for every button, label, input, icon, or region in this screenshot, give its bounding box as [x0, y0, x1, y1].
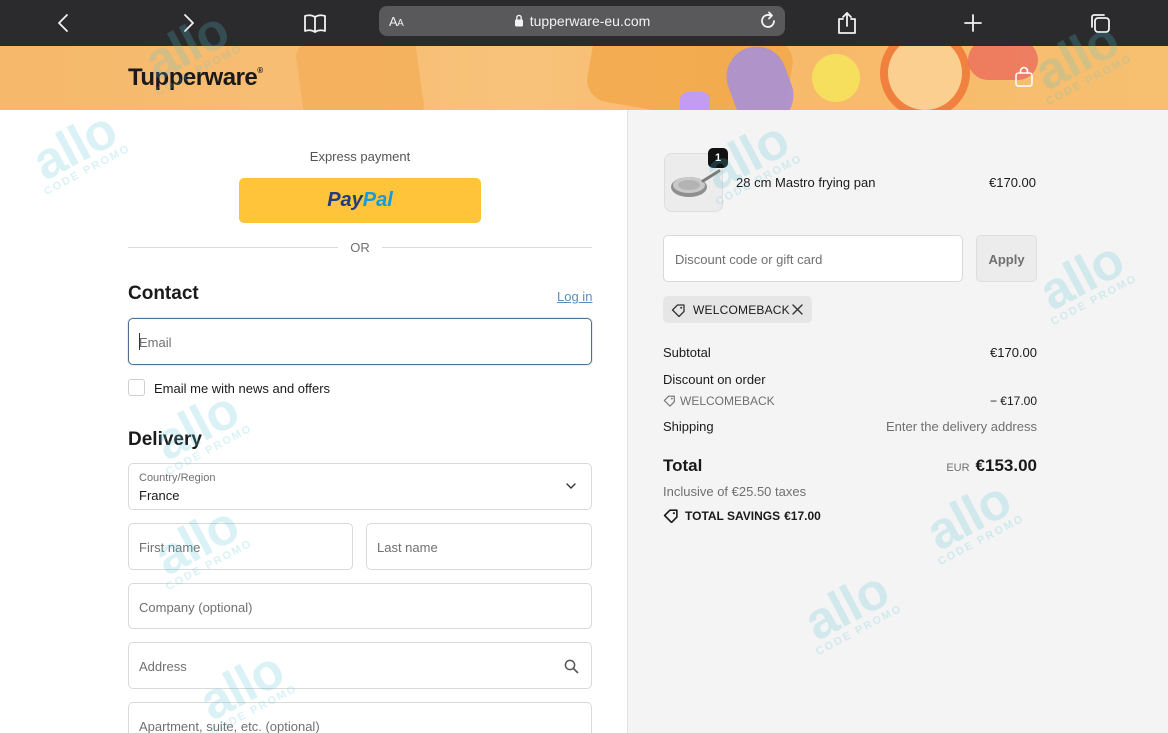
url-text: tupperware-eu.com — [379, 13, 785, 29]
reload-icon[interactable] — [757, 10, 779, 32]
quantity-badge: 1 — [708, 148, 728, 168]
subtotal-value: €170.00 — [990, 345, 1037, 360]
email-placeholder: Email — [139, 335, 172, 350]
address-bar[interactable]: AA tupperware-eu.com — [379, 6, 785, 36]
new-tab-icon[interactable] — [958, 8, 988, 38]
banner-decoration — [812, 54, 860, 102]
login-link[interactable]: Log in — [557, 289, 592, 304]
chevron-down-icon — [566, 483, 576, 489]
lock-icon — [514, 14, 523, 27]
tag-icon — [663, 395, 675, 407]
country-value: France — [139, 488, 180, 503]
store-header: Tupperware® — [0, 46, 1168, 110]
shipping-label: Shipping — [663, 419, 714, 434]
product-price: €170.00 — [989, 175, 1036, 190]
apartment-field[interactable]: Apartment, suite, etc. (optional) — [128, 702, 592, 733]
total-label: Total — [663, 456, 703, 475]
remove-code-icon[interactable] — [791, 303, 804, 316]
back-icon[interactable] — [48, 8, 78, 38]
discount-code-row: WELCOMEBACK − €17.00 — [663, 394, 1037, 408]
total-currency: EUR — [946, 462, 970, 474]
newsletter-checkbox[interactable] — [128, 379, 145, 396]
address-field[interactable]: Address — [128, 642, 592, 689]
order-summary: 1 28 cm Mastro frying pan €170.00 Discou… — [627, 110, 1168, 733]
subtotal-row: Subtotal €170.00 — [663, 345, 1037, 360]
bookmarks-icon[interactable] — [300, 8, 330, 38]
tag-icon — [663, 509, 678, 523]
total-value: €153.00 — [975, 456, 1037, 475]
search-icon[interactable] — [564, 659, 579, 674]
address-placeholder: Address — [139, 659, 187, 674]
discount-value: − €17.00 — [989, 394, 1037, 408]
tupperware-logo[interactable]: Tupperware® — [128, 64, 263, 92]
apartment-placeholder: Apartment, suite, etc. (optional) — [139, 719, 320, 733]
contact-heading: Contact — [128, 283, 199, 304]
banner-decoration — [680, 92, 710, 110]
delivery-heading: Delivery — [128, 429, 202, 450]
discount-placeholder: Discount code or gift card — [675, 252, 823, 267]
first-name-field[interactable]: First name — [128, 523, 353, 570]
share-icon[interactable] — [832, 8, 862, 38]
savings-value: €17.00 — [784, 509, 821, 523]
banner-decoration — [294, 46, 426, 110]
total-row: Total EUR €153.00 — [663, 456, 1037, 476]
paypal-button[interactable]: Pay Pal — [239, 178, 481, 223]
company-field[interactable]: Company (optional) — [128, 583, 592, 629]
applied-discount-chip: WELCOMEBACK — [663, 296, 812, 323]
or-divider: OR — [128, 240, 592, 256]
paypal-pay-text: Pay — [327, 189, 363, 211]
cart-icon[interactable] — [1014, 66, 1034, 93]
total-savings: TOTAL SAVINGS €17.00 — [663, 508, 821, 523]
subtotal-label: Subtotal — [663, 345, 711, 360]
first-name-placeholder: First name — [139, 540, 201, 555]
tag-icon — [671, 304, 685, 317]
tabs-overview-icon[interactable] — [1085, 8, 1115, 38]
discount-code: WELCOMEBACK — [680, 394, 775, 408]
discount-row: Discount on order — [663, 372, 1037, 387]
discount-code-field[interactable]: Discount code or gift card — [663, 235, 963, 282]
company-placeholder: Company (optional) — [139, 600, 253, 615]
applied-code: WELCOMEBACK — [693, 303, 790, 317]
apply-button[interactable]: Apply — [976, 235, 1037, 282]
last-name-field[interactable]: Last name — [366, 523, 592, 570]
country-select[interactable]: Country/Region France — [128, 463, 592, 510]
checkout-form: Express payment Pay Pal OR Contact Log in… — [0, 110, 627, 733]
last-name-placeholder: Last name — [377, 540, 438, 555]
country-label: Country/Region — [139, 472, 216, 484]
discount-label: Discount on order — [663, 372, 766, 387]
shipping-row: Shipping Enter the delivery address — [663, 419, 1037, 434]
paypal-pal-text: Pal — [362, 189, 393, 211]
divider-line — [382, 247, 592, 248]
newsletter-label[interactable]: Email me with news and offers — [154, 381, 330, 396]
email-field[interactable]: Email — [128, 318, 592, 365]
forward-icon[interactable] — [174, 8, 204, 38]
taxes-note: Inclusive of €25.50 taxes — [663, 484, 807, 499]
product-name: 28 cm Mastro frying pan — [736, 175, 876, 190]
browser-toolbar: AA tupperware-eu.com — [0, 0, 1168, 46]
savings-label: TOTAL SAVINGS — [685, 509, 781, 523]
shipping-value: Enter the delivery address — [885, 419, 1037, 434]
express-payment-label: Express payment — [309, 149, 411, 164]
